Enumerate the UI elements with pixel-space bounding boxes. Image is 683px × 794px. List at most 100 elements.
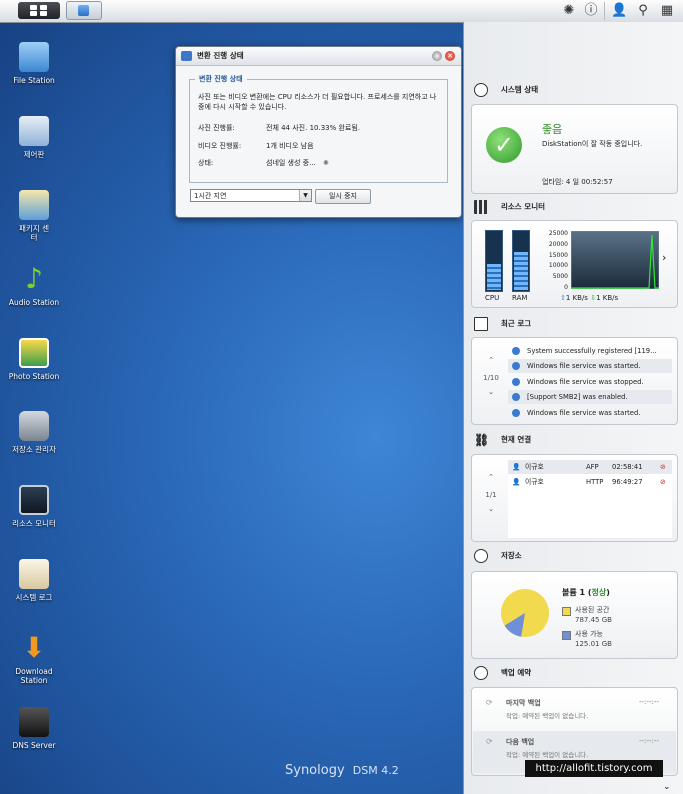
log-item[interactable]: [Support SMB2] was enabled. [508, 390, 672, 404]
widget-title: 리소스 모니터 [501, 202, 546, 211]
disconnect-icon[interactable]: ⊘ [660, 460, 666, 474]
recent-logs-widget: ⌃ 1/10 ⌄ System successfully registered … [471, 337, 678, 425]
search-icon[interactable]: ⚲ [635, 3, 651, 19]
photo-progress-value: 전체 44 사진. 10.33% 완료됨. [266, 124, 361, 132]
last-backup-detail: 작업: 예약된 백업이 없습니다. [506, 712, 589, 720]
connection-row[interactable]: 👤 이규호 AFP 02:58:41 ⊘ [508, 460, 672, 474]
free-label: 사용 가능 [575, 630, 603, 638]
desktop-icon-file-station[interactable]: File Station [2, 42, 66, 85]
user-icon: 👤 [512, 463, 521, 471]
cpu-meter [485, 230, 503, 292]
chevron-down-icon[interactable]: ⌄ [481, 388, 501, 396]
pause-button[interactable]: 일시 중지 [315, 189, 371, 204]
link-icon: ⛓ [474, 433, 490, 447]
delay-select-value: 1시간 지연 [194, 192, 227, 200]
chevron-right-icon[interactable]: › [662, 251, 666, 264]
description-text: 사진 또는 비디오 변환에는 CPU 리소스가 더 필요합니다. 프로세스를 지… [198, 93, 437, 111]
system-status-value: 좋음 [542, 123, 563, 136]
close-button[interactable]: ✕ [445, 51, 455, 61]
desktop-icon-package-center[interactable]: 패키지 센터 [2, 190, 66, 242]
desktop-icon-dns-server[interactable]: DNS Server [2, 707, 66, 750]
system-status-header: 시스템 상태 [464, 81, 683, 99]
log-item[interactable]: Windows file service was started. [508, 359, 672, 373]
next-backup-detail: 작업: 예약된 백업이 없습니다. [506, 751, 589, 759]
widgets-icon[interactable]: ▦ [659, 3, 675, 19]
desktop-icon-resource-monitor[interactable]: 리소스 모니터 [2, 485, 66, 528]
taskbar: ✺ ⓘ 👤 ⚲ ▦ [0, 0, 683, 23]
connections-header: ⛓ 현재 연결 [464, 431, 683, 449]
chevron-down-icon[interactable]: ▼ [299, 190, 311, 201]
storage-header: 저장소 [464, 547, 683, 565]
grid-icon [30, 5, 37, 10]
next-backup-time: --:--:-- [639, 737, 659, 745]
upload-rate: 1 KB/s [565, 294, 588, 302]
info-icon[interactable]: ⓘ [583, 3, 599, 19]
status-label: 상태: [198, 159, 214, 167]
desktop-icon-system-log[interactable]: 시스템 로그 [2, 559, 66, 602]
status-value: 섬네일 생성 중... [266, 159, 316, 167]
free-legend: 사용 가능 125.01 GB [575, 629, 612, 649]
ram-label: RAM [512, 294, 528, 302]
chevron-down-icon[interactable]: ⌄ [663, 782, 671, 792]
next-backup-label: 다음 백업 [506, 738, 535, 746]
help-button[interactable] [432, 51, 442, 61]
used-value: 787.45 GB [575, 616, 612, 624]
window-title: 변환 진행 상태 [197, 51, 244, 60]
file-station-icon [19, 42, 49, 72]
volume-status: 정상 [591, 588, 607, 597]
disconnect-icon[interactable]: ⊘ [660, 475, 666, 489]
desktop-icon-label: 리소스 모니터 [12, 519, 56, 528]
connection-row[interactable]: 👤 이규호 HTTP 96:49:27 ⊘ [508, 475, 672, 489]
widget-title: 저장소 [501, 551, 522, 560]
info-icon [512, 409, 520, 417]
storage-manager-icon [19, 411, 49, 441]
y-tick: 0 [564, 283, 568, 291]
log-document-icon [474, 317, 488, 331]
group-title: 변환 진행 상태 [195, 74, 247, 84]
desktop-icon-photo-station[interactable]: Photo Station [2, 338, 66, 381]
log-item[interactable]: Windows file service was started. [508, 406, 672, 420]
info-icon [512, 362, 520, 370]
desktop-icon-storage-manager[interactable]: 저장소 관리자 [2, 411, 66, 454]
log-text: Windows file service was started. [527, 409, 641, 417]
connections-pager: 1/1 [485, 491, 497, 499]
y-tick: 10000 [548, 262, 568, 270]
network-rates: ⇧1 KB/s ⇩1 KB/s [560, 294, 618, 302]
photo-progress-row: 사진 진행률: 전체 44 사진. 10.33% 완료됨. [198, 123, 360, 133]
info-icon [512, 347, 520, 355]
window-titlebar[interactable]: 변환 진행 상태 ✕ [176, 47, 461, 66]
music-note-icon: ♪ [25, 262, 43, 295]
resource-monitor-icon [19, 485, 49, 515]
storage-widget: 볼륨 1 (정상) 사용된 공간 787.45 GB 사용 가능 125.01 … [471, 571, 678, 659]
desktop-icon-audio-station[interactable]: ♪ Audio Station [2, 262, 66, 308]
connection-time: 96:49:27 [612, 478, 643, 486]
chevron-up-icon[interactable]: ⌃ [481, 356, 501, 364]
log-item[interactable]: System successfully registered [119... [508, 344, 672, 358]
user-icon[interactable]: 👤 [611, 3, 627, 19]
download-arrow-icon: ⬇ [22, 631, 46, 664]
log-text: System successfully registered [119... [527, 347, 657, 355]
chevron-down-icon[interactable]: ⌄ [481, 505, 501, 513]
chevron-up-icon[interactable]: ⌃ [481, 473, 501, 481]
loading-spinner-icon: ✺ [323, 159, 329, 167]
network-y-axis: 25000 20000 15000 10000 5000 0 [542, 229, 568, 294]
log-item[interactable]: Windows file service was stopped. [508, 375, 672, 389]
desktop-icon-control-panel[interactable]: 제어판 [2, 116, 66, 159]
spinner-icon[interactable]: ✺ [561, 3, 577, 19]
main-menu-button[interactable] [18, 2, 60, 19]
desktop-icon-label: Photo Station [8, 372, 60, 381]
taskbar-app-button[interactable] [66, 1, 102, 20]
window-app-icon [181, 51, 192, 61]
desktop-icon-download-station[interactable]: ⬇ Download Station [2, 631, 66, 686]
y-tick: 20000 [548, 240, 568, 248]
system-status-widget: ✓ 좋음 DiskStation이 잘 작동 중입니다. 업타임: 4 일 00… [471, 104, 678, 194]
synology-logo: Synology DSM 4.2 [285, 763, 399, 778]
brand-name: Synology [285, 763, 345, 778]
used-legend: 사용된 공간 787.45 GB [575, 605, 612, 625]
y-tick: 5000 [552, 273, 568, 281]
used-label: 사용된 공간 [575, 606, 610, 614]
resource-monitor-widget: CPU RAM 25000 20000 15000 10000 5000 0 ›… [471, 220, 678, 308]
desktop-icon-label: 시스템 로그 [15, 593, 53, 602]
delay-select[interactable]: 1시간 지연 ▼ [190, 189, 312, 202]
desktop-icon-label: 제어판 [23, 150, 45, 159]
